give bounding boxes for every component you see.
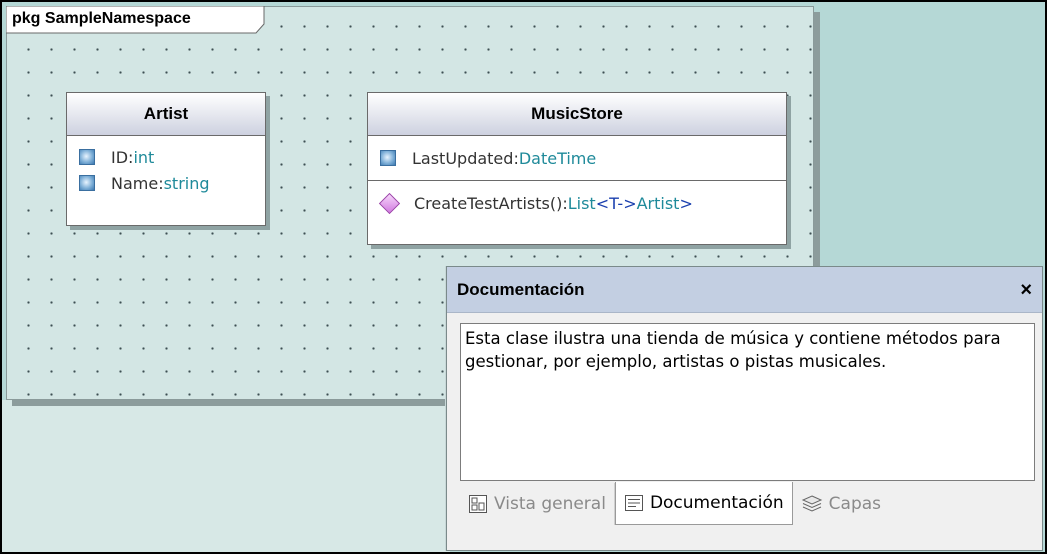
attribute-icon xyxy=(380,150,396,166)
canvas-lower-area xyxy=(2,400,450,552)
operation-icon xyxy=(378,192,401,214)
attribute-name: Name xyxy=(111,173,159,193)
documentation-panel: Documentación × Esta clase ilustra una t… xyxy=(446,266,1043,551)
class-artist-attributes: ID: int Name: string xyxy=(67,136,265,202)
attribute-type: DateTime xyxy=(518,148,597,168)
documentation-panel-titlebar[interactable]: Documentación × xyxy=(447,267,1042,313)
package-label: pkg SampleNamespace xyxy=(12,10,191,27)
class-artist[interactable]: Artist ID: int Name: string xyxy=(66,92,266,226)
documentation-panel-title: Documentación xyxy=(457,279,585,299)
layers-icon xyxy=(801,494,823,514)
operation-row[interactable]: CreateTestArtists(): List <T-> Artist > xyxy=(378,190,786,216)
documentation-icon xyxy=(624,494,644,512)
attribute-type: string xyxy=(163,173,210,193)
attribute-row[interactable]: LastUpdated: DateTime xyxy=(380,145,786,171)
operation-return-type: List xyxy=(567,193,596,213)
close-icon[interactable]: × xyxy=(1020,280,1032,300)
tab-documentation[interactable]: Documentación xyxy=(614,482,793,525)
attribute-icon xyxy=(79,175,95,191)
tab-overview-label: Vista general xyxy=(494,494,606,514)
tab-layers-label: Capas xyxy=(828,494,882,514)
attribute-name: ID xyxy=(111,147,129,167)
documentation-textarea[interactable]: Esta clase ilustra una tienda de música … xyxy=(460,323,1035,481)
attribute-row[interactable]: ID: int xyxy=(79,144,265,170)
class-artist-name: Artist xyxy=(143,104,189,123)
operation-template: <T-> xyxy=(595,193,637,213)
class-musicstore[interactable]: MusicStore LastUpdated: DateTime CreateTe… xyxy=(367,92,787,245)
attribute-row[interactable]: Name: string xyxy=(79,170,265,196)
overview-icon xyxy=(468,494,488,514)
attribute-type: int xyxy=(133,147,155,167)
tab-documentation-label: Documentación xyxy=(649,493,784,513)
attribute-icon xyxy=(79,149,95,165)
operation-signature: CreateTestArtists(): xyxy=(414,193,568,213)
class-musicstore-header: MusicStore xyxy=(368,93,786,136)
tab-layers[interactable]: Capas xyxy=(793,483,889,525)
tab-overview[interactable]: Vista general xyxy=(460,483,615,525)
documentation-panel-tabs: Vista general Documentación Capas xyxy=(460,482,889,525)
package-tab: pkg SampleNamespace xyxy=(6,6,265,34)
class-artist-header: Artist xyxy=(67,93,265,136)
class-musicstore-operations: CreateTestArtists(): List <T-> Artist > xyxy=(368,180,786,222)
attribute-name: LastUpdated xyxy=(412,148,514,168)
operation-template-close: > xyxy=(679,193,693,213)
operation-template-arg: Artist xyxy=(636,193,680,213)
class-musicstore-name: MusicStore xyxy=(531,104,623,123)
class-musicstore-attributes: LastUpdated: DateTime xyxy=(368,136,786,180)
